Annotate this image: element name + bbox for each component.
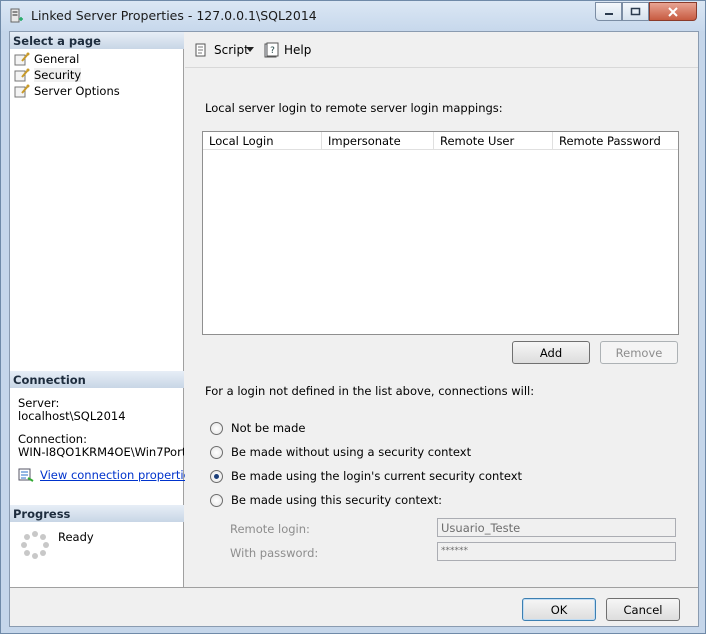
page-general[interactable]: General — [14, 51, 79, 67]
option-label: Be made using the login's current securi… — [231, 469, 523, 483]
title-bar: Linked Server Properties - 127.0.0.1\SQL… — [1, 1, 705, 31]
script-dropdown-button[interactable] — [246, 41, 255, 59]
password-label: With password: — [230, 546, 319, 560]
dialog-footer: OK Cancel — [10, 587, 698, 626]
dialog-client: Select a page General Security Server Op… — [9, 31, 699, 627]
column-remote-user[interactable]: Remote User — [434, 132, 553, 150]
select-page-header: Select a page — [10, 32, 184, 49]
view-connection-properties[interactable]: View connection properties — [18, 468, 197, 482]
help-label: Help — [284, 43, 312, 57]
page-label: Security — [34, 68, 82, 82]
window-title: Linked Server Properties - 127.0.0.1\SQL… — [31, 8, 317, 23]
add-button[interactable]: Add — [512, 341, 590, 364]
mapping-caption: Local server login to remote server logi… — [205, 101, 503, 115]
column-local-login[interactable]: Local Login — [203, 132, 322, 150]
svg-text:?: ? — [270, 46, 275, 56]
maximize-button[interactable] — [622, 2, 649, 21]
toolbar: Script ? Help — [185, 32, 698, 68]
view-connection-link[interactable]: View connection properties — [40, 469, 197, 481]
maximize-icon — [630, 7, 641, 16]
progress-header: Progress — [10, 505, 184, 522]
column-remote-password[interactable]: Remote Password — [553, 132, 677, 150]
page-label: General — [34, 52, 80, 66]
password-field[interactable]: ****** — [437, 542, 676, 561]
chevron-down-icon — [246, 47, 254, 52]
page-security[interactable]: Security — [14, 67, 82, 83]
radio-indicator[interactable] — [210, 493, 223, 507]
radio-indicator[interactable] — [210, 445, 223, 459]
undefined-login-caption: For a login not defined in the list abov… — [205, 384, 535, 398]
page-wrench-icon — [14, 68, 30, 82]
server-value: localhost\SQL2014 — [18, 409, 126, 423]
login-mappings-grid[interactable]: Local Login Impersonate Remote User Remo… — [202, 131, 679, 335]
server-label: Server: — [18, 396, 60, 410]
option-current-security-context[interactable]: Be made using the login's current securi… — [210, 469, 522, 483]
help-icon: ? — [264, 42, 279, 58]
radio-indicator[interactable] — [210, 421, 223, 435]
security-page: Script ? Help Local server login to remo… — [185, 32, 698, 587]
script-icon — [195, 43, 206, 57]
option-label: Not be made — [231, 421, 306, 435]
remove-button[interactable]: Remove — [600, 341, 678, 364]
close-button[interactable] — [649, 2, 697, 21]
progress-status: Ready — [58, 530, 94, 544]
minimize-button[interactable] — [595, 2, 622, 21]
column-impersonate[interactable]: Impersonate — [322, 132, 434, 150]
page-server-options[interactable]: Server Options — [14, 83, 120, 99]
properties-icon — [18, 468, 34, 482]
option-this-security-context[interactable]: Be made using this security context: — [210, 493, 442, 507]
ok-button[interactable]: OK — [522, 598, 596, 621]
help-button[interactable]: ? Help — [263, 41, 311, 59]
linked-server-icon — [10, 8, 23, 23]
page-wrench-icon — [14, 52, 30, 66]
grid-header: Local Login Impersonate Remote User Remo… — [203, 132, 678, 150]
connection-header: Connection — [10, 371, 184, 388]
connection-value: WIN-I8QO1KRM4OE\Win7Portab — [18, 446, 184, 458]
connection-label: Connection: — [18, 432, 87, 446]
page-wrench-icon — [14, 84, 30, 98]
option-label: Be made using this security context: — [231, 493, 443, 507]
page-label: Server Options — [34, 84, 120, 98]
option-not-be-made[interactable]: Not be made — [210, 421, 305, 435]
radio-indicator-selected[interactable] — [210, 469, 223, 483]
remote-login-field[interactable]: Usuario_Teste — [437, 518, 676, 537]
close-icon — [668, 6, 678, 17]
script-label: Script — [214, 43, 249, 57]
left-panel: Select a page General Security Server Op… — [10, 32, 197, 587]
minimize-icon — [604, 12, 613, 15]
progress-spinner-icon — [21, 531, 49, 559]
option-label: Be made without using a security context — [231, 445, 472, 459]
script-button[interactable]: Script — [193, 41, 249, 59]
dialog-window: Linked Server Properties - 127.0.0.1\SQL… — [0, 0, 706, 634]
cancel-button[interactable]: Cancel — [606, 598, 680, 621]
remote-login-label: Remote login: — [230, 522, 310, 536]
option-without-security-context[interactable]: Be made without using a security context — [210, 445, 471, 459]
